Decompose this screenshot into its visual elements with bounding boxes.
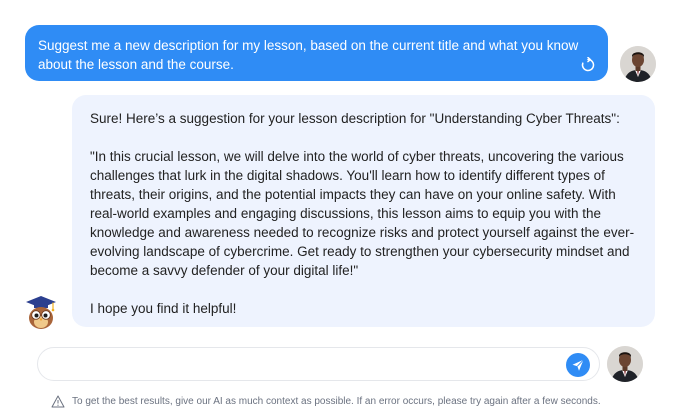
ai-message-bubble: Sure! Here’s a suggestion for your lesso… [72, 95, 655, 327]
user-message-text: Suggest me a new description for my less… [38, 38, 579, 72]
warning-icon [51, 395, 65, 408]
footer-note: To get the best results, give our AI as … [0, 393, 700, 413]
send-icon [572, 359, 584, 371]
user-avatar [620, 46, 656, 82]
footer-note-text: To get the best results, give our AI as … [72, 396, 601, 407]
chat-input[interactable] [54, 348, 564, 380]
regenerate-icon[interactable] [580, 57, 596, 73]
owl-mascot-icon [22, 293, 60, 331]
chat-input-container [37, 347, 600, 381]
user-message-bubble: Suggest me a new description for my less… [25, 25, 608, 81]
ai-message-body: "In this crucial lesson, we will delve i… [90, 149, 635, 278]
ai-message-closing: I hope you find it helpful! [90, 301, 237, 316]
ai-message-intro: Sure! Here’s a suggestion for your lesso… [90, 111, 620, 126]
user-avatar-composer [607, 346, 643, 382]
send-button[interactable] [566, 353, 590, 377]
